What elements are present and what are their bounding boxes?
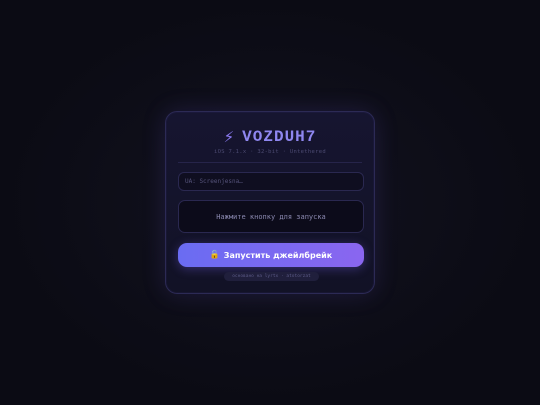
- device-subtitle: iOS 7.1.x · 32-bit · Untethered: [214, 149, 326, 155]
- launch-jailbreak-button[interactable]: 🔓 Запустить джейлбрейк: [178, 243, 364, 267]
- lock-icon: 🔓: [209, 250, 220, 259]
- status-box: Нажмите кнопку для запуска: [178, 200, 364, 233]
- app-title: ⚡ VOZDUH7: [166, 128, 374, 146]
- lightning-bolt-icon: ⚡: [223, 128, 235, 146]
- launch-button-label: Запустить джейлбрейк: [223, 250, 333, 260]
- page-background: ⚡ VOZDUH7 iOS 7.1.x · 32-bit · Untethere…: [0, 0, 540, 405]
- credits-badge: основано на lyrtx · atotorzat: [224, 272, 319, 281]
- header-divider: [178, 162, 362, 163]
- user-agent-field[interactable]: UA: Screenjesna…: [178, 172, 364, 191]
- credits-text: основано на lyrtx · atotorzat: [232, 274, 311, 279]
- jailbreak-panel: ⚡ VOZDUH7 iOS 7.1.x · 32-bit · Untethere…: [165, 111, 375, 294]
- app-title-text: VOZDUH7: [242, 128, 317, 146]
- status-message: Нажмите кнопку для запуска: [216, 212, 326, 221]
